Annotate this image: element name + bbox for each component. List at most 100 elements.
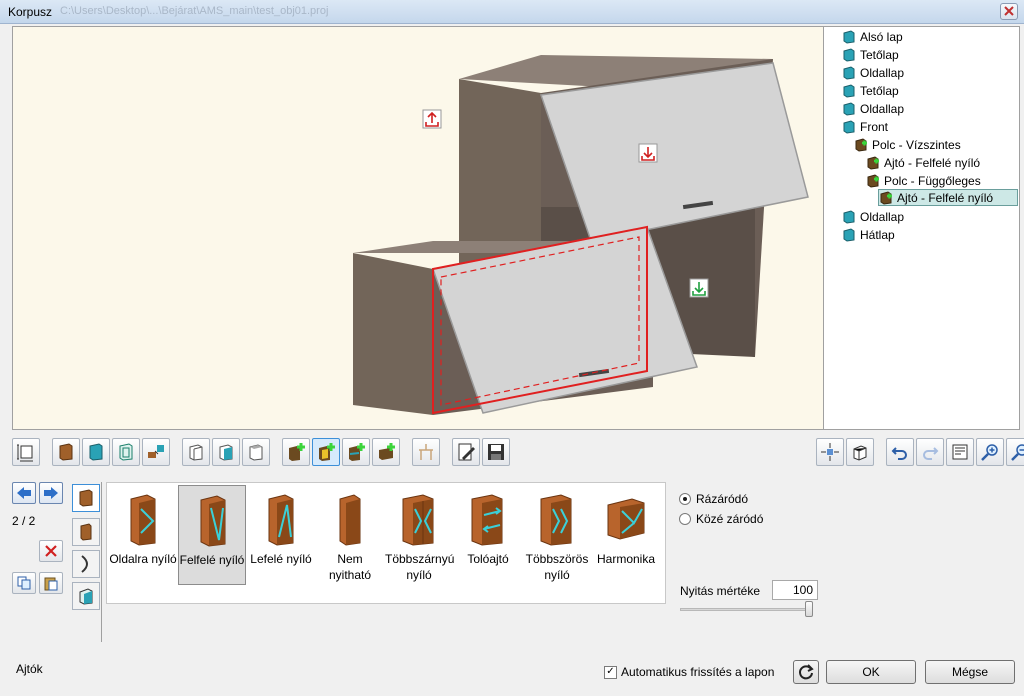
tree-item-label: Oldallap [860,65,905,80]
copy-button[interactable] [12,572,36,594]
zoom-in-button[interactable] [976,438,1004,466]
tree-item-label: Ajtó - Felfelé nyíló [884,155,981,170]
box-top-button[interactable] [242,438,270,466]
opening-input[interactable]: 100 [772,580,818,600]
box-outline-button[interactable] [182,438,210,466]
door-type-item[interactable]: Harmonika [592,485,660,585]
pan-button[interactable] [816,438,844,466]
category-hinge-button[interactable] [72,550,100,578]
radio-overlay-circle[interactable] [679,493,691,505]
tree-item[interactable]: Front [842,118,888,135]
upward-opening-door-icon [200,495,226,547]
category-doors-button[interactable] [72,484,100,512]
place-marker-red-icon[interactable] [638,143,658,163]
tree-item[interactable]: Alsó lap [842,28,903,45]
tree-item[interactable]: Oldallap [842,64,904,81]
door-type-label: Többszörös nyíló [525,552,589,582]
tree-item-label: Front [860,119,889,134]
paste-button[interactable] [39,572,63,594]
pan-icon [821,443,839,461]
place-marker-green-icon[interactable] [689,278,709,298]
prev-page-button[interactable] [12,482,36,504]
shelf-icon [867,173,879,188]
properties-button[interactable] [946,438,974,466]
undo-button[interactable] [886,438,914,466]
opening-slider-track[interactable] [680,608,812,611]
export-marker-icon[interactable] [422,109,442,129]
side-opening-door-icon [130,494,156,546]
add-door-icon [319,443,335,461]
checkbox-box[interactable]: ✓ [604,665,617,679]
delete-icon [45,545,57,557]
title-bar: Korpusz C:\Users\Desktop\...\Bejárat\AMS… [0,0,1024,24]
refresh-button[interactable] [793,660,819,684]
sliding-door-icon [471,494,503,546]
door-type-item[interactable]: Nem nyitható [316,485,384,585]
close-button[interactable] [1000,3,1018,20]
box-top-icon [249,444,263,461]
delete-button[interactable] [39,540,63,562]
auto-refresh-checkbox[interactable]: ✓ Automatikus frissítés a lapon [604,665,774,679]
add-door-button[interactable] [312,438,340,466]
box-view-button[interactable] [846,438,874,466]
edit-button[interactable] [452,438,480,466]
tree-item[interactable]: Oldallap [842,100,904,117]
box-side-button[interactable] [212,438,240,466]
door-type-item[interactable]: Többszörös nyíló [523,485,591,585]
add-element-icon [289,443,305,461]
undo-icon [891,447,907,460]
dimensions-button[interactable] [12,438,40,466]
door-type-gallery: Oldalra nyíló Felfelé nyíló Lefelé nyíló… [106,482,666,604]
next-page-button[interactable] [39,482,63,504]
add-shelf-button[interactable] [342,438,370,466]
tree-item[interactable]: Polc - Függőleges [866,172,981,189]
frame-category-icon [79,588,93,605]
legs-button[interactable] [412,438,440,466]
door-type-item[interactable]: Tolóajtó [454,485,522,585]
category-panel-button[interactable] [72,518,100,546]
explode-icon [148,445,164,458]
add-element-button[interactable] [282,438,310,466]
multi-leaf-door-icon [402,494,434,546]
door-type-item[interactable]: Lefelé nyíló [247,485,315,585]
door-type-item-selected[interactable]: Felfelé nyíló [178,485,246,585]
opening-label: Nyitás mértéke [680,584,761,598]
cancel-button[interactable]: Mégse [925,660,1015,684]
structure-tree[interactable]: Alsó lap Tetőlap Oldallap Tetőlap Oldall… [824,26,1020,430]
multiple-opening-door-icon [540,494,572,546]
category-frame-button[interactable] [72,582,100,610]
view-front-button[interactable] [52,438,80,466]
add-shelf-icon [349,443,365,461]
tree-item[interactable]: Oldallap [842,208,904,225]
door-icon [880,190,892,205]
tree-item[interactable]: Ajtó - Felfelé nyíló [866,154,980,171]
view-explode-button[interactable] [142,438,170,466]
panel-icon [843,83,855,98]
zoom-out-button[interactable] [1006,438,1024,466]
tree-item-label: Oldallap [860,209,905,224]
redo-button[interactable] [916,438,944,466]
3d-viewport[interactable] [12,26,824,430]
non-opening-door-icon [339,494,361,546]
tree-item-selected[interactable]: Ajtó - Felfelé nyíló [878,189,1018,206]
window-title: Korpusz [8,5,53,19]
tree-item[interactable]: Polc - Vízszintes [854,136,961,153]
door-type-label: Harmonika [596,552,656,566]
view-wire-button[interactable] [112,438,140,466]
radio-inset-circle[interactable] [679,513,691,525]
view-teal-button[interactable] [82,438,110,466]
door-type-item[interactable]: Oldalra nyíló [109,485,177,585]
opening-slider-thumb[interactable] [805,601,813,617]
edit-icon [458,443,475,461]
save-button[interactable] [482,438,510,466]
properties-icon [952,444,968,460]
tree-item[interactable]: Tetőlap [842,46,899,63]
add-drawer-button[interactable] [372,438,400,466]
radio-inset-label: Közé záródó [696,512,764,526]
door-type-item[interactable]: Többszárnyú nyíló [385,485,454,585]
radio-inset[interactable]: Közé záródó [679,512,763,526]
tree-item[interactable]: Hátlap [842,226,895,243]
ok-button[interactable]: OK [826,660,916,684]
radio-overlay[interactable]: Rázáródó [679,492,748,506]
tree-item[interactable]: Tetőlap [842,82,899,99]
